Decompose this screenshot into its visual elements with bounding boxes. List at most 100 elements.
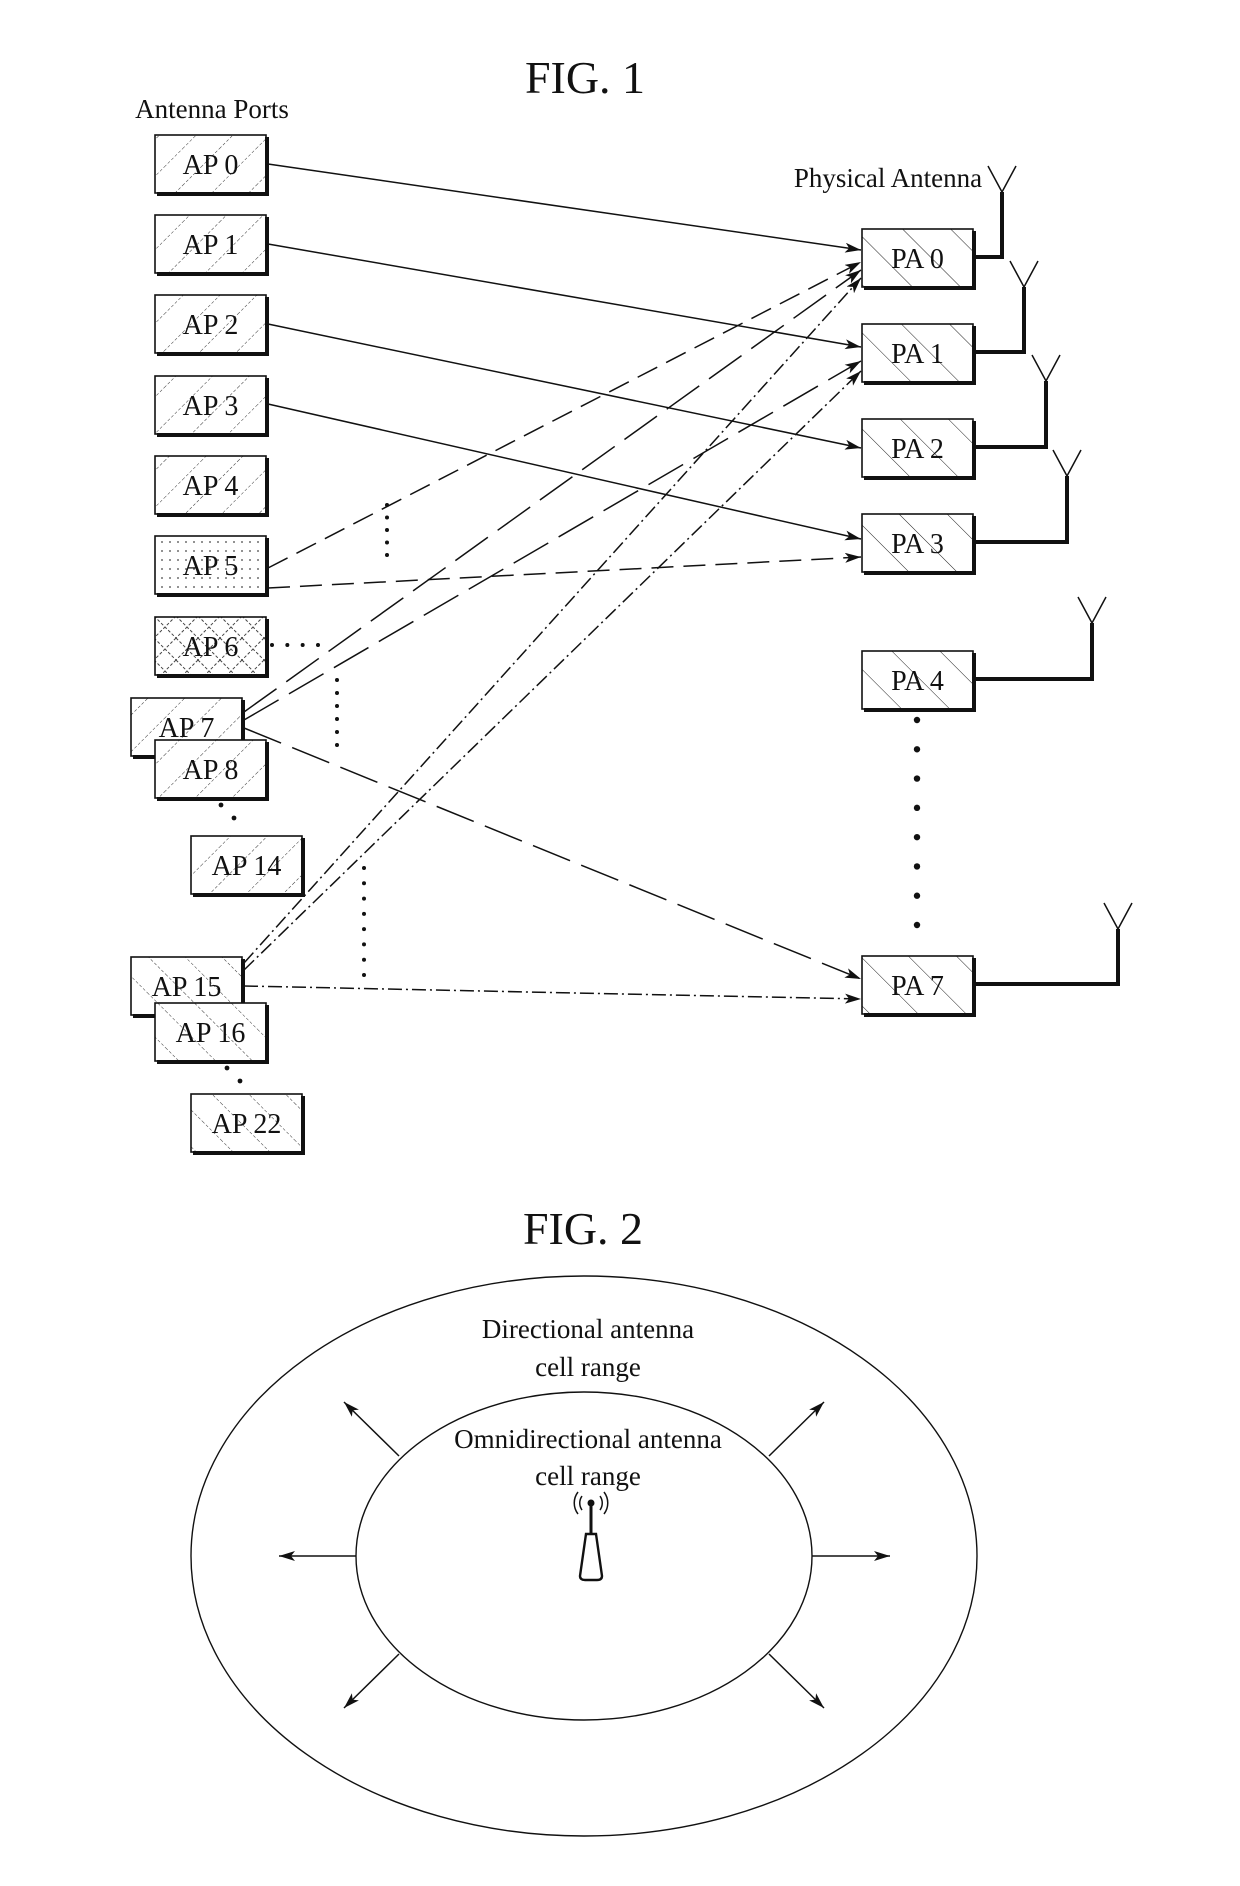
antenna-port-label: AP 2 bbox=[183, 310, 239, 341]
antenna-port-label: AP 14 bbox=[212, 851, 282, 882]
antenna-port-label: AP 15 bbox=[152, 972, 222, 1003]
figure-1-title: FIG. 1 bbox=[525, 52, 645, 103]
dot bbox=[913, 804, 921, 812]
dot bbox=[316, 643, 320, 647]
antenna-port-ap1: AP 1 bbox=[154, 214, 269, 276]
antenna-port-label: AP 16 bbox=[176, 1018, 246, 1049]
patent-figures: FIG. 1 Antenna Ports Physical Antenna AP… bbox=[130, 52, 1133, 1837]
mapping-ap15-to-pa7 bbox=[243, 985, 862, 1004]
arrow-up-left bbox=[343, 1401, 400, 1457]
antenna-port-ap4: AP 4 bbox=[154, 455, 269, 517]
dot bbox=[362, 973, 366, 977]
antenna-feed-line bbox=[974, 929, 1120, 986]
antenna-port-ap22: AP 22 bbox=[190, 1093, 305, 1155]
dot bbox=[385, 528, 389, 532]
arrow-down-left bbox=[343, 1653, 400, 1709]
antenna-port-label: AP 0 bbox=[183, 150, 239, 181]
dot bbox=[335, 704, 339, 708]
directional-label-line1: Directional antenna bbox=[482, 1314, 694, 1344]
physical-antenna-label: PA 2 bbox=[891, 434, 944, 465]
dot bbox=[362, 866, 366, 870]
dot bbox=[913, 863, 921, 870]
dot bbox=[285, 643, 290, 647]
figure-2-title: FIG. 2 bbox=[523, 1203, 643, 1254]
omnidirectional-label-line2: cell range bbox=[535, 1461, 641, 1491]
antenna-icon bbox=[1009, 260, 1039, 289]
dot bbox=[335, 730, 339, 734]
port-mapping-lines bbox=[243, 163, 862, 1004]
dot bbox=[300, 643, 305, 647]
mapping-ap15-to-pa0 bbox=[243, 277, 862, 964]
dot bbox=[335, 743, 339, 747]
antenna-icon bbox=[1052, 449, 1082, 478]
antenna-ports-heading: Antenna Ports bbox=[135, 94, 289, 124]
antenna-icon bbox=[1031, 354, 1061, 383]
ellipsis-dots bbox=[211, 503, 921, 1084]
mapping-ap7-to-pa7 bbox=[243, 727, 862, 980]
dot bbox=[335, 691, 339, 695]
dot bbox=[335, 678, 339, 682]
antenna-port-label: AP 5 bbox=[183, 551, 239, 582]
omnidirectional-label-line1: Omnidirectional antenna bbox=[454, 1424, 722, 1454]
dot bbox=[362, 896, 366, 901]
dot bbox=[362, 942, 366, 947]
dot bbox=[385, 503, 389, 507]
physical-antenna-label: PA 7 bbox=[891, 971, 944, 1002]
antenna-port-ap6: AP 6 bbox=[154, 616, 269, 678]
physical-antennas: PA 0 PA 1 PA 2 PA 3 PA 4 PA 7 bbox=[861, 165, 1133, 1017]
dot bbox=[385, 540, 389, 545]
antenna-icon bbox=[1077, 596, 1107, 625]
antenna-feed-line bbox=[974, 476, 1069, 544]
mapping-ap3-to-pa3 bbox=[267, 403, 862, 541]
antenna-port-ap16: AP 16 bbox=[154, 1002, 269, 1064]
physical-antenna-label: PA 4 bbox=[891, 666, 944, 697]
antenna-feed-line bbox=[974, 287, 1026, 354]
dot bbox=[362, 911, 366, 916]
antenna-port-label: AP 3 bbox=[183, 391, 239, 422]
antenna-feed-line bbox=[974, 623, 1094, 681]
ellipsis-dots-ports-8-14 bbox=[218, 802, 237, 821]
mapping-ap1-to-pa1 bbox=[267, 243, 862, 350]
mapping-ap0-to-pa0 bbox=[267, 163, 862, 253]
arrow-up-right bbox=[768, 1401, 825, 1457]
dot bbox=[913, 746, 921, 753]
dot bbox=[362, 881, 366, 886]
ellipsis-dots-vertical bbox=[362, 866, 366, 977]
physical-antenna-pa7: PA 7 bbox=[861, 902, 1133, 1017]
ellipsis-dots-horizontal bbox=[270, 643, 320, 647]
directional-label-line2: cell range bbox=[535, 1352, 641, 1382]
physical-antenna-pa4: PA 4 bbox=[861, 596, 1107, 712]
mapping-ap15-to-pa1 bbox=[243, 370, 862, 971]
mapping-ap7-to-pa0 bbox=[243, 269, 862, 713]
antenna-port-label: AP 4 bbox=[183, 471, 239, 502]
mapping-ap5-to-pa3 bbox=[267, 552, 862, 589]
antenna-tower-icon bbox=[573, 1491, 609, 1582]
antenna-feed-line bbox=[974, 381, 1048, 449]
antenna-port-label: AP 6 bbox=[183, 632, 239, 663]
dot bbox=[913, 716, 921, 724]
mapping-ap5-to-pa0 bbox=[267, 261, 862, 569]
dot bbox=[913, 833, 921, 841]
antenna-port-ap3: AP 3 bbox=[154, 375, 269, 437]
antenna-port-label: AP 22 bbox=[212, 1109, 282, 1140]
antenna-port-ap0: AP 0 bbox=[154, 134, 269, 196]
dot bbox=[385, 515, 389, 520]
ellipsis-dots-vertical bbox=[335, 678, 339, 747]
arrow-down-right bbox=[768, 1653, 825, 1709]
dot bbox=[385, 553, 389, 557]
physical-antenna-heading: Physical Antenna bbox=[794, 163, 982, 193]
physical-antenna-label: PA 3 bbox=[891, 529, 944, 560]
antenna-ports: AP 0AP 1AP 2AP 3AP 4AP 5AP 6AP 7AP 8AP 1… bbox=[130, 134, 305, 1155]
dot bbox=[913, 921, 921, 929]
dot bbox=[270, 643, 274, 647]
physical-antenna-label: PA 1 bbox=[891, 339, 944, 370]
ellipsis-dots-vertical bbox=[913, 716, 921, 929]
antenna-feed-line bbox=[974, 192, 1004, 259]
antenna-port-label: AP 1 bbox=[183, 230, 239, 261]
dot bbox=[362, 957, 366, 962]
physical-antenna-label: PA 0 bbox=[891, 244, 944, 275]
antenna-port-label: AP 8 bbox=[183, 755, 239, 786]
ellipsis-dots-vertical bbox=[385, 503, 389, 557]
dot bbox=[913, 775, 921, 782]
dot bbox=[913, 892, 921, 899]
